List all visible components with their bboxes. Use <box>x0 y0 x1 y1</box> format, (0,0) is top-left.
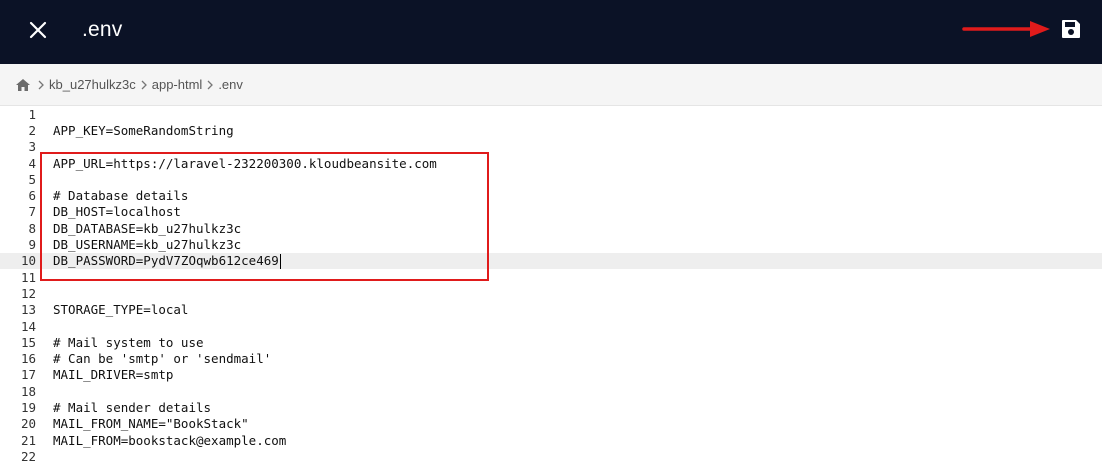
line-text[interactable]: MAIL_DRIVER=smtp <box>53 367 173 382</box>
floppy-disk-icon <box>1062 20 1080 38</box>
line-number: 4 <box>28 155 36 171</box>
code-line[interactable]: 1 <box>0 106 1102 122</box>
line-text[interactable]: # Mail sender details <box>53 400 211 415</box>
line-number: 18 <box>20 383 36 399</box>
annotation-arrow-icon <box>962 21 1050 37</box>
file-editor-window: .env kb_u27hulkz3c app-html .env 1 2 APP… <box>0 0 1102 466</box>
line-number: 20 <box>20 416 36 432</box>
top-bar: .env <box>0 0 1102 64</box>
line-text[interactable]: DB_DATABASE=kb_u27hulkz3c <box>53 221 241 236</box>
code-line[interactable]: 10 DB_PASSWORD=PydV7ZOqwb612ce469 <box>0 252 1102 269</box>
code-line[interactable]: 20 MAIL_FROM_NAME="BookStack" <box>0 416 1102 432</box>
line-number: 22 <box>20 448 36 464</box>
code-editor[interactable]: 1 2 APP_KEY=SomeRandomString 3 4 APP_URL=http… <box>0 106 1102 466</box>
line-number: 11 <box>20 269 36 285</box>
close-icon <box>29 21 47 39</box>
file-title: .env <box>82 18 123 41</box>
line-number: 7 <box>28 204 36 220</box>
code-line[interactable]: 18 <box>0 383 1102 399</box>
code-line[interactable]: 13 STORAGE_TYPE=local <box>0 302 1102 318</box>
code-line[interactable]: 6 # Database details <box>0 187 1102 203</box>
line-text[interactable]: APP_URL=https://laravel-232200300.kloudb… <box>53 156 437 171</box>
chevron-right-icon <box>137 80 151 90</box>
code-line[interactable]: 17 MAIL_DRIVER=smtp <box>0 367 1102 383</box>
code-line[interactable]: 5 <box>0 171 1102 187</box>
line-number: 17 <box>20 367 36 383</box>
code-line[interactable]: 2 APP_KEY=SomeRandomString <box>0 122 1102 138</box>
home-icon[interactable] <box>15 77 31 93</box>
line-text[interactable]: DB_USERNAME=kb_u27hulkz3c <box>53 237 241 252</box>
line-text[interactable]: # Database details <box>53 188 188 203</box>
line-text[interactable]: MAIL_FROM_NAME="BookStack" <box>53 416 249 431</box>
line-number: 2 <box>28 122 36 138</box>
code-line[interactable]: 21 MAIL_FROM=bookstack@example.com <box>0 432 1102 448</box>
line-text[interactable]: STORAGE_TYPE=local <box>53 302 188 317</box>
line-number: 1 <box>28 106 36 122</box>
code-line[interactable]: 4 APP_URL=https://laravel-232200300.kloud… <box>0 155 1102 171</box>
line-number: 6 <box>28 188 36 204</box>
line-text[interactable]: APP_KEY=SomeRandomString <box>53 123 234 138</box>
line-number: 15 <box>20 334 36 350</box>
line-number: 5 <box>28 171 36 187</box>
code-line[interactable]: 11 <box>0 269 1102 285</box>
line-number: 21 <box>20 432 36 448</box>
line-number: 8 <box>28 220 36 236</box>
chevron-right-icon <box>203 80 217 90</box>
line-text[interactable]: MAIL_FROM=bookstack@example.com <box>53 433 286 448</box>
close-button[interactable] <box>22 14 54 46</box>
code-line[interactable]: 3 <box>0 139 1102 155</box>
code-line[interactable]: 8 DB_DATABASE=kb_u27hulkz3c <box>0 220 1102 236</box>
line-text[interactable]: # Mail system to use <box>53 335 204 350</box>
line-number: 13 <box>20 302 36 318</box>
code-line[interactable]: 7 DB_HOST=localhost <box>0 204 1102 220</box>
save-button[interactable] <box>1056 14 1086 44</box>
chevron-right-icon <box>34 80 48 90</box>
code-line[interactable]: 22 <box>0 448 1102 464</box>
code-line[interactable]: 19 # Mail sender details <box>0 399 1102 415</box>
line-number: 9 <box>28 237 36 253</box>
breadcrumb-item-folder[interactable]: app-html <box>152 77 203 93</box>
code-line[interactable]: 14 <box>0 318 1102 334</box>
line-number: 16 <box>20 351 36 367</box>
breadcrumb-item-file: .env <box>218 76 243 92</box>
line-number: 10 <box>20 253 36 269</box>
breadcrumb-item-account[interactable]: kb_u27hulkz3c <box>49 77 136 93</box>
line-number: 19 <box>20 399 36 415</box>
breadcrumb: kb_u27hulkz3c app-html .env <box>0 64 1102 106</box>
line-text[interactable]: # Can be 'smtp' or 'sendmail' <box>53 351 271 366</box>
code-line[interactable]: 15 # Mail system to use <box>0 334 1102 350</box>
line-number: 12 <box>20 285 36 301</box>
line-text[interactable]: DB_HOST=localhost <box>53 204 181 219</box>
code-line[interactable]: 16 # Can be 'smtp' or 'sendmail' <box>0 350 1102 366</box>
line-text[interactable]: DB_PASSWORD=PydV7ZOqwb612ce469 <box>53 253 281 269</box>
code-line[interactable]: 9 DB_USERNAME=kb_u27hulkz3c <box>0 236 1102 252</box>
line-number: 3 <box>28 139 36 155</box>
text-cursor <box>279 253 281 269</box>
line-number: 14 <box>20 318 36 334</box>
code-line[interactable]: 12 <box>0 285 1102 301</box>
